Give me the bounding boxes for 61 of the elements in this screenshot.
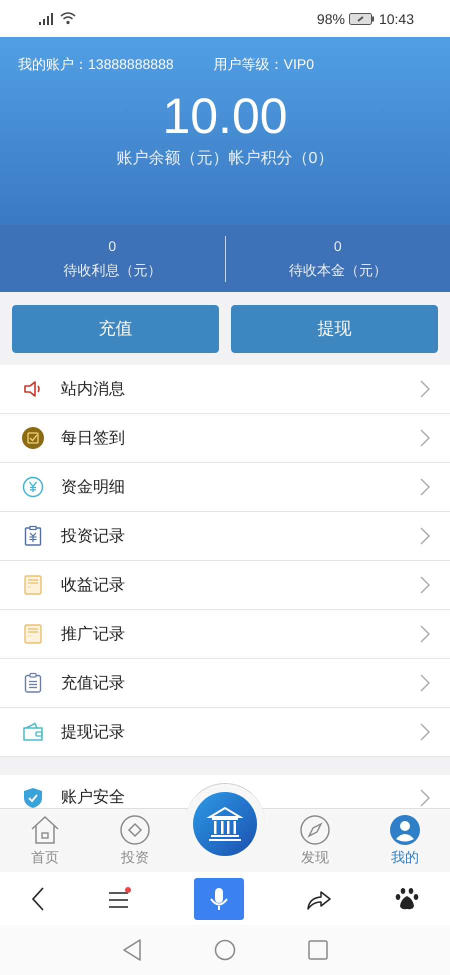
recents-icon[interactable]: [308, 940, 328, 960]
clipboard-icon: [22, 672, 44, 694]
account-number: 我的账户：13888888888: [18, 56, 174, 74]
tab-label: 首页: [31, 849, 59, 867]
chevron-icon: [420, 478, 430, 496]
menu-item[interactable]: 投资记录: [0, 512, 450, 561]
yen-icon: [22, 476, 44, 498]
menu-icon[interactable]: [108, 886, 132, 910]
menu-label: 投资记录: [61, 526, 126, 546]
menu-item[interactable]: 提现记录: [0, 708, 450, 757]
chevron-icon: [420, 380, 430, 398]
tab[interactable]: 我的: [360, 809, 450, 872]
menu-label: 提现记录: [61, 722, 126, 742]
stat-label: 待收本金（元）: [288, 262, 387, 280]
chevron-icon: [420, 625, 430, 643]
back-icon[interactable]: [31, 886, 46, 910]
chevron-icon: [420, 527, 430, 545]
menu-item[interactable]: 充值记录: [0, 659, 450, 708]
clipboard-icon: [22, 525, 44, 547]
menu-label: 站内消息: [61, 380, 126, 400]
menu-item[interactable]: 账户安全: [0, 775, 450, 808]
tab-label: 发现: [301, 849, 329, 867]
balance-amount: 10.00: [162, 88, 288, 144]
stat-value: 0: [334, 238, 342, 254]
document-icon: [22, 574, 44, 596]
paw-icon[interactable]: [394, 886, 419, 910]
signal-icon: [38, 12, 56, 24]
battery-icon: [348, 12, 375, 24]
wifi-icon: [60, 12, 76, 25]
menu-label: 收益记录: [61, 576, 126, 596]
menu-item[interactable]: 资金明细: [0, 463, 450, 512]
menu-item[interactable]: 收益记录: [0, 561, 450, 610]
menu-label: 资金明细: [61, 478, 126, 498]
menu-label: 推广记录: [61, 624, 126, 644]
wallet-icon: [22, 721, 44, 743]
home-icon[interactable]: [214, 939, 236, 961]
battery-percent: 98%: [316, 10, 345, 26]
stat-value: 0: [108, 238, 116, 254]
stat-label: 待收利息（元）: [63, 262, 162, 280]
checkbox-icon: [22, 427, 44, 449]
action-button[interactable]: 提现: [231, 304, 438, 352]
tab-label: 投资: [121, 849, 149, 867]
bank-button[interactable]: [192, 790, 258, 856]
chevron-icon: [420, 429, 430, 447]
menu-item[interactable]: 每日签到: [0, 414, 450, 463]
chevron-icon: [420, 723, 430, 741]
menu-label: 账户安全: [61, 788, 126, 808]
balance-caption: 账户余额（元）帐户积分（0）: [116, 148, 334, 169]
menu-item[interactable]: 站内消息: [0, 365, 450, 414]
action-button[interactable]: 充值: [12, 304, 219, 352]
tab-label: 我的: [391, 849, 419, 867]
microphone-button[interactable]: [194, 878, 244, 920]
menu-item[interactable]: 推广记录: [0, 610, 450, 659]
menu-label: 充值记录: [61, 674, 126, 694]
chevron-icon: [420, 674, 430, 692]
chevron-icon: [420, 788, 430, 806]
user-level: 用户等级：VIP0: [214, 56, 314, 74]
chevron-icon: [420, 576, 430, 594]
clock: 10:43: [378, 10, 414, 26]
document-icon: [22, 623, 44, 645]
menu-label: 每日签到: [61, 428, 126, 448]
